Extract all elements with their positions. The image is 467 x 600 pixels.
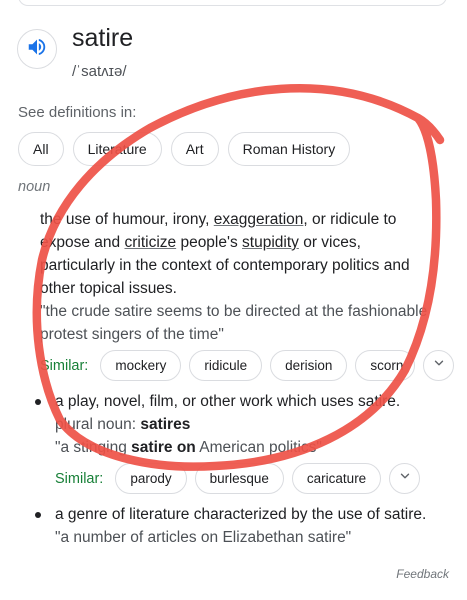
plural-line: plural noun: satires — [55, 416, 191, 433]
headword: satire — [72, 24, 134, 52]
filter-chip-literature[interactable]: Literature — [72, 132, 162, 166]
definition-line: other topical issues. — [40, 280, 177, 297]
definition-line: a genre of literature characterized by t… — [55, 506, 427, 523]
definition-line: particularly in the context of contempor… — [40, 257, 410, 274]
definition-filter-chips: All Literature Art Roman History — [18, 132, 351, 166]
sense-3: a genre of literature characterized by t… — [55, 503, 455, 549]
link-criticize[interactable]: criticize — [124, 234, 176, 251]
similar-row-1: Similar: mockery ridicule derision scorn — [40, 350, 455, 381]
filter-chip-all[interactable]: All — [18, 132, 64, 166]
similar-chip-ridicule[interactable]: ridicule — [189, 350, 263, 381]
link-stupidity[interactable]: stupidity — [242, 234, 299, 251]
bullet — [35, 399, 41, 405]
phonetic: /ˈsatʌɪə/ — [72, 63, 127, 80]
chevron-down-icon — [398, 469, 412, 488]
example-line: "the crude satire seems to be directed a… — [40, 303, 428, 320]
link-exaggeration[interactable]: exaggeration — [214, 211, 304, 228]
more-similar-button[interactable] — [389, 463, 421, 494]
pronunciation-button[interactable] — [17, 29, 57, 69]
filter-chip-art[interactable]: Art — [170, 132, 219, 166]
chevron-down-icon — [432, 356, 446, 375]
filter-chip-roman-history[interactable]: Roman History — [227, 132, 351, 166]
bullet — [35, 512, 41, 518]
speaker-icon — [26, 36, 48, 63]
similar-chip-mockery[interactable]: mockery — [100, 350, 182, 381]
sense-1: the use of humour, irony, exaggeration, … — [40, 208, 450, 346]
example-line: protest singers of the time" — [40, 326, 224, 343]
feedback-link[interactable]: Feedback — [396, 567, 449, 581]
similar-chip-parody[interactable]: parody — [115, 463, 187, 494]
definition-line: expose and criticize people's stupidity … — [40, 234, 361, 251]
definition-line: a play, novel, film, or other work which… — [55, 393, 401, 410]
example-line: "a stinging satire on American politics" — [55, 439, 322, 456]
part-of-speech: noun — [18, 179, 51, 195]
see-definitions-label: See definitions in: — [18, 104, 137, 121]
definition-line: the use of humour, irony, exaggeration, … — [40, 211, 397, 228]
similar-row-2: Similar: parody burlesque caricature — [55, 463, 421, 494]
similar-chip-caricature[interactable]: caricature — [291, 463, 382, 494]
search-box-edge — [18, 0, 447, 6]
sense-2: a play, novel, film, or other work which… — [55, 390, 455, 459]
similar-chip-burlesque[interactable]: burlesque — [194, 463, 284, 494]
similar-label: Similar: — [55, 470, 104, 487]
similar-chip-scorn[interactable]: scorn — [355, 350, 416, 381]
more-similar-button[interactable] — [423, 350, 455, 381]
similar-chip-derision[interactable]: derision — [270, 350, 348, 381]
example-line: "a number of articles on Elizabethan sat… — [55, 529, 352, 546]
similar-label: Similar: — [40, 357, 89, 374]
